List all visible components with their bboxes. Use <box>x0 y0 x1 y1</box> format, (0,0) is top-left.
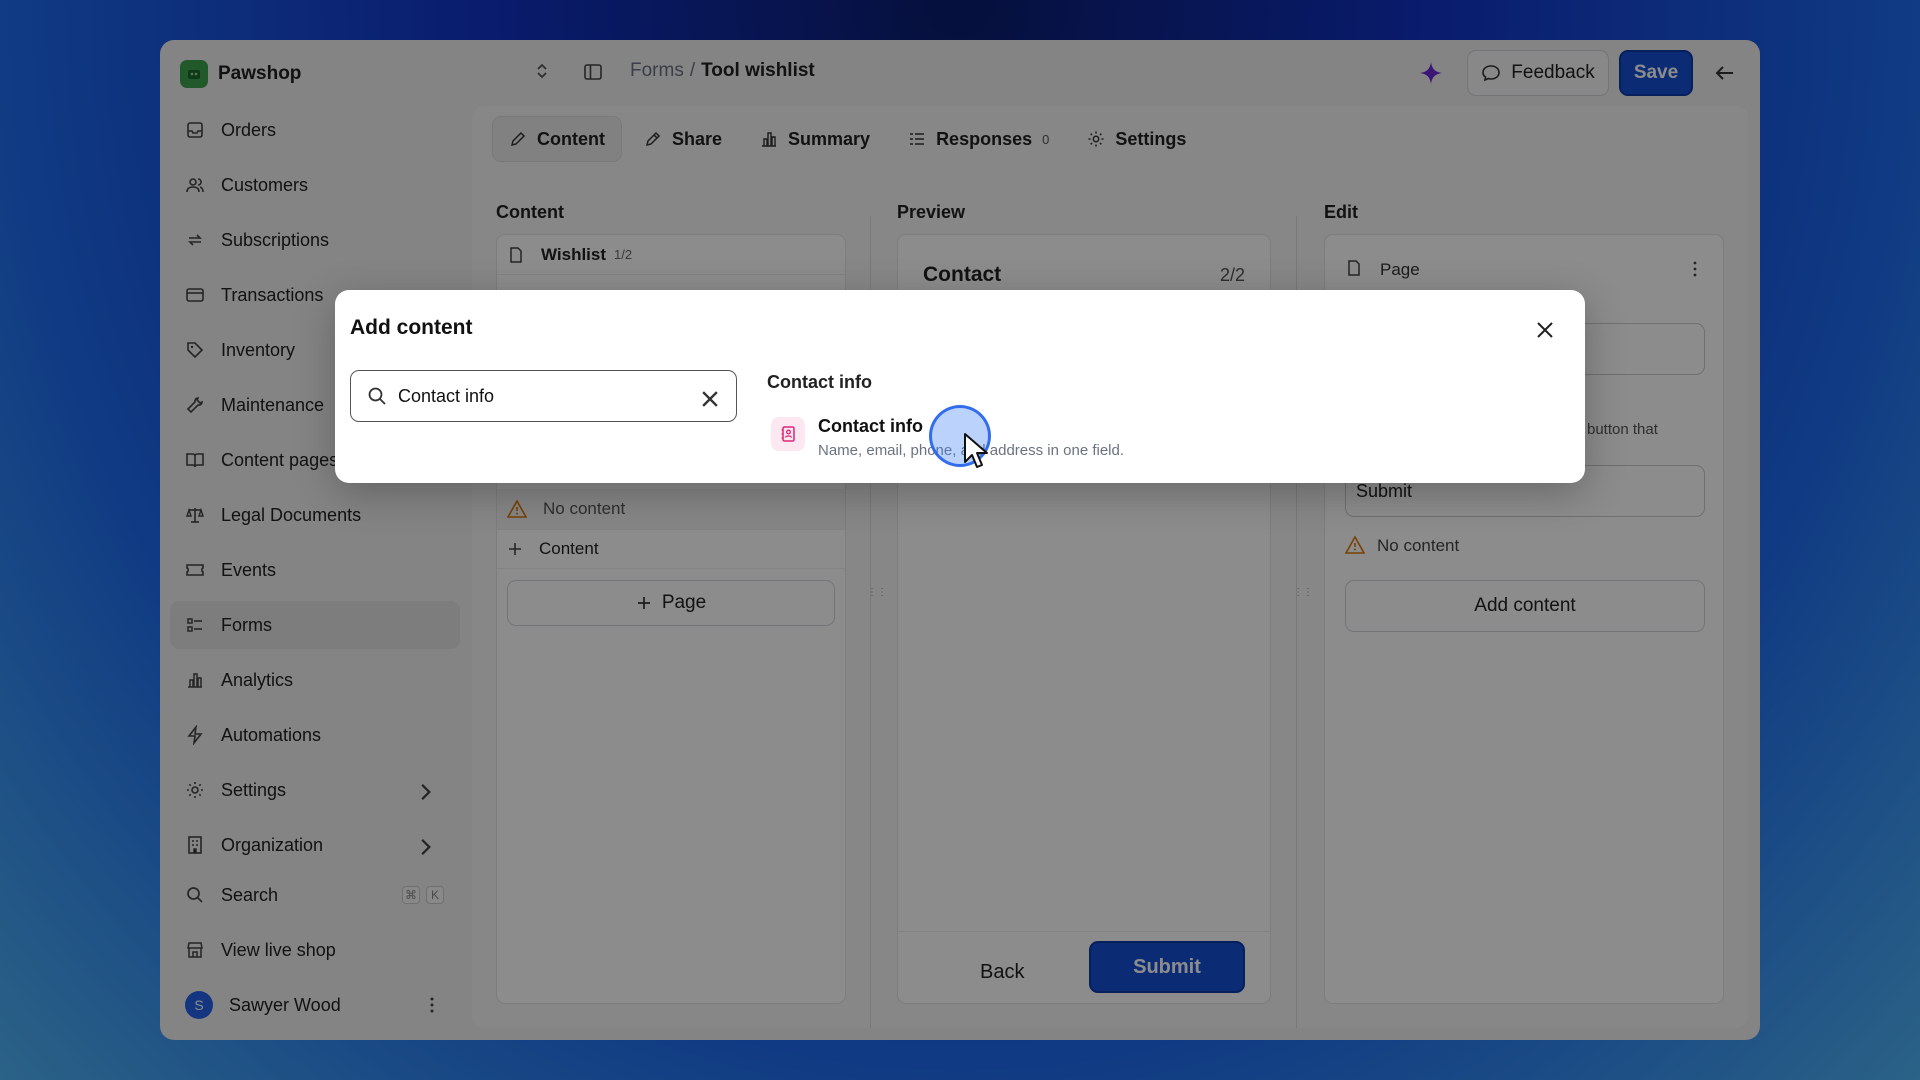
mouse-cursor-icon <box>964 433 988 468</box>
clear-icon[interactable] <box>699 388 721 410</box>
search-value: Contact info <box>398 385 495 406</box>
search-icon <box>368 387 386 405</box>
modal-backdrop[interactable] <box>0 0 1920 1080</box>
contact-card-icon <box>771 417 805 451</box>
search-input[interactable]: Contact info <box>350 370 737 422</box>
result-title: Contact info <box>818 416 923 436</box>
results-heading: Contact info <box>767 372 872 392</box>
close-icon[interactable] <box>1534 319 1556 341</box>
dialog-title: Add content <box>350 316 473 339</box>
